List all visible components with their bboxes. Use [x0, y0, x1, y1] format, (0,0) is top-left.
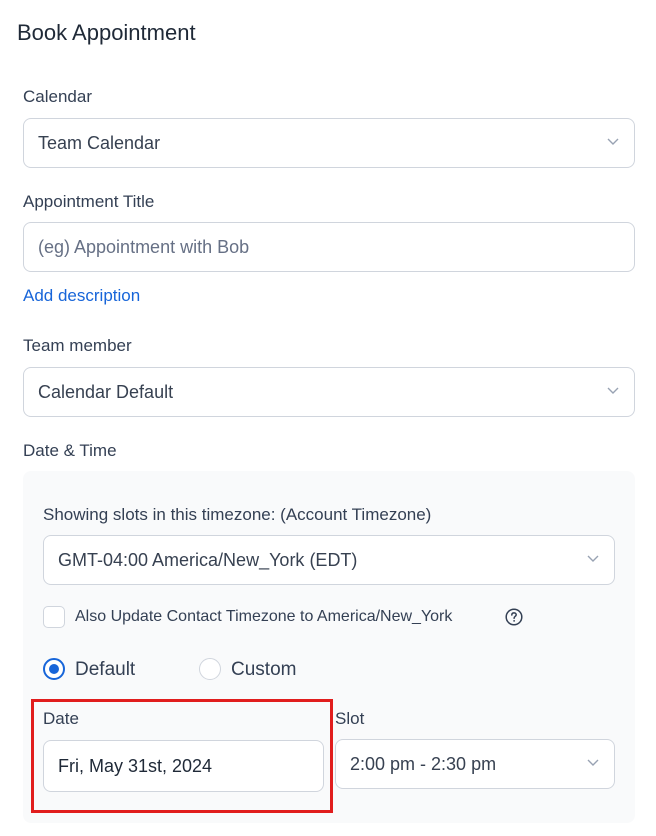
timezone-select-value: GMT-04:00 America/New_York (EDT)	[58, 549, 358, 570]
chevron-down-icon	[607, 387, 619, 394]
calendar-select[interactable]: Team Calendar	[23, 118, 635, 168]
team-member-select[interactable]: Calendar Default	[23, 367, 635, 417]
update-contact-timezone-checkbox[interactable]	[43, 606, 65, 628]
chevron-down-icon	[587, 555, 599, 562]
appointment-title-placeholder: (eg) Appointment with Bob	[38, 236, 250, 257]
page-title: Book Appointment	[17, 20, 196, 45]
update-contact-timezone-label: Also Update Contact Timezone to America/…	[75, 608, 453, 625]
radio-custom-label: Custom	[231, 659, 297, 680]
appointment-title-input[interactable]: (eg) Appointment with Bob	[23, 222, 635, 272]
calendar-label: Calendar	[23, 87, 92, 106]
team-member-label: Team member	[23, 336, 132, 355]
appointment-title-label: Appointment Title	[23, 192, 155, 211]
help-circle-icon[interactable]	[505, 608, 523, 626]
slot-label: Slot	[335, 709, 365, 728]
calendar-select-value: Team Calendar	[38, 132, 161, 153]
radio-default-label: Default	[75, 659, 136, 680]
slot-select[interactable]: 2:00 pm - 2:30 pm	[335, 739, 615, 789]
team-member-select-value: Calendar Default	[38, 381, 174, 402]
chevron-down-icon	[587, 759, 599, 766]
radio-custom[interactable]	[199, 658, 221, 680]
date-highlight-box	[31, 699, 333, 813]
timezone-label: Showing slots in this timezone: (Account…	[43, 505, 432, 524]
radio-default[interactable]	[43, 658, 65, 680]
add-description-link[interactable]: Add description	[23, 286, 140, 306]
slot-select-value: 2:00 pm - 2:30 pm	[350, 753, 497, 774]
chevron-down-icon	[607, 138, 619, 145]
date-time-label: Date & Time	[23, 441, 117, 460]
timezone-select[interactable]: GMT-04:00 America/New_York (EDT)	[43, 535, 615, 585]
